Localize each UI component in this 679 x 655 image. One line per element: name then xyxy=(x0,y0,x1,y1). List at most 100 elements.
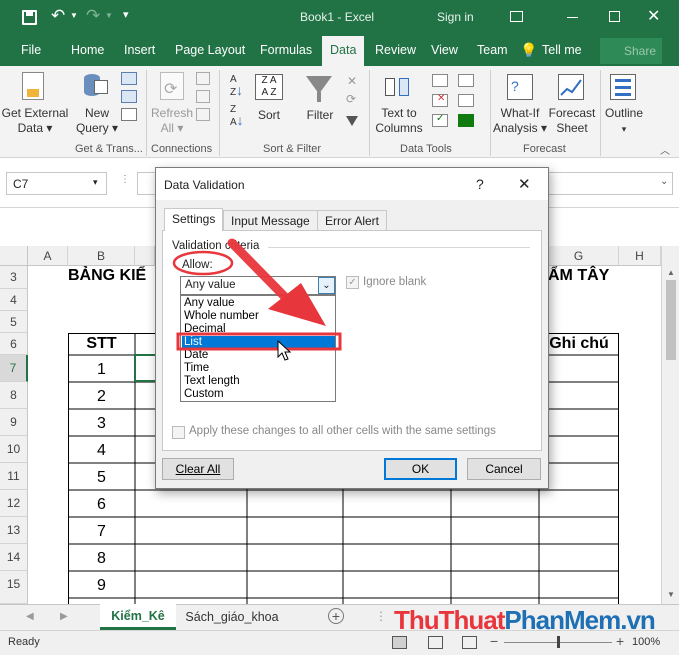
name-box-dropdown-icon[interactable]: ▾ xyxy=(93,177,98,188)
add-sheet-icon[interactable]: + xyxy=(328,608,344,624)
ignore-blank-checkbox[interactable]: ✓ xyxy=(346,276,359,289)
zoom-slider-thumb[interactable] xyxy=(557,636,560,648)
row-header[interactable]: 7 xyxy=(0,355,28,382)
option-time[interactable]: Time xyxy=(182,362,335,375)
column-header-g[interactable]: G xyxy=(539,246,619,266)
vertical-scrollbar[interactable]: ▲ ▼ xyxy=(661,246,679,604)
dialog-help-button[interactable]: ? xyxy=(476,176,484,192)
customize-toolbar-icon[interactable]: ▾ xyxy=(123,8,129,21)
dialog-close-button[interactable]: ✕ xyxy=(518,175,531,193)
row-header[interactable]: 13 xyxy=(0,517,28,544)
row-header[interactable]: 8 xyxy=(0,382,28,409)
option-text-length[interactable]: Text length xyxy=(182,375,335,388)
scroll-sheets-left-icon[interactable]: ◀ xyxy=(26,611,34,622)
outline-icon[interactable] xyxy=(610,74,636,100)
tab-insert[interactable]: Insert xyxy=(124,43,155,57)
consolidate-icon[interactable] xyxy=(458,74,474,87)
recent-sources-icon[interactable] xyxy=(121,108,137,121)
undo-dropdown-icon[interactable]: ▼ xyxy=(70,11,78,20)
option-date[interactable]: Date xyxy=(182,349,335,362)
column-header-b[interactable]: B xyxy=(68,246,135,266)
row-header[interactable]: 15 xyxy=(0,571,28,604)
row-header[interactable]: 9 xyxy=(0,409,28,436)
minimize-icon[interactable] xyxy=(567,17,578,18)
zoom-in-icon[interactable]: + xyxy=(616,633,624,649)
sort-icon[interactable]: Z AA Z xyxy=(255,74,283,100)
forecast-sheet-icon[interactable] xyxy=(558,74,584,100)
stt-cell[interactable]: 4 xyxy=(68,442,135,460)
edit-links-icon[interactable] xyxy=(196,108,210,121)
sheet-bar-splitter-icon[interactable]: ⋮ xyxy=(375,609,387,623)
row-header[interactable]: 12 xyxy=(0,490,28,517)
tab-data[interactable]: Data xyxy=(322,36,365,66)
new-query-icon[interactable] xyxy=(84,72,110,100)
tell-me-box[interactable]: Tell me xyxy=(542,43,582,57)
clear-all-button[interactable]: Clear All xyxy=(162,458,234,480)
relationships-icon[interactable] xyxy=(458,94,474,107)
stt-cell[interactable]: 1 xyxy=(68,361,135,379)
clear-filter-icon[interactable]: ✕ xyxy=(347,74,357,88)
tab-formulas[interactable]: Formulas xyxy=(260,43,312,57)
save-icon[interactable] xyxy=(22,10,37,25)
option-any-value[interactable]: Any value xyxy=(182,297,335,310)
connections-icon[interactable] xyxy=(196,72,210,85)
stt-cell[interactable]: 8 xyxy=(68,550,135,568)
sheet-tab-kiem-ke[interactable]: Kiểm_Kê xyxy=(100,604,176,630)
row-header[interactable]: 5 xyxy=(0,311,28,333)
text-to-columns-button[interactable]: Text to Columns xyxy=(372,106,426,136)
column-header-c[interactable] xyxy=(135,246,155,266)
column-header-h[interactable]: H xyxy=(619,246,661,266)
row-header[interactable]: 4 xyxy=(0,289,28,311)
tab-file[interactable]: File xyxy=(21,43,41,57)
ribbon-display-icon[interactable] xyxy=(510,11,523,22)
stt-cell[interactable]: 9 xyxy=(68,577,135,595)
flash-fill-icon[interactable] xyxy=(432,74,448,87)
stt-cell[interactable]: 6 xyxy=(68,496,135,514)
stt-cell[interactable]: 3 xyxy=(68,415,135,433)
stt-cell[interactable]: 7 xyxy=(68,523,135,541)
apply-all-checkbox[interactable] xyxy=(172,426,185,439)
what-if-analysis-button[interactable]: What-If Analysis ▾ xyxy=(492,106,548,136)
row-header[interactable]: 10 xyxy=(0,436,28,463)
row-header[interactable]: 14 xyxy=(0,544,28,571)
ok-button[interactable]: OK xyxy=(384,458,457,480)
tab-input-message[interactable]: Input Message xyxy=(223,210,318,230)
column-header-a[interactable]: A xyxy=(28,246,68,266)
zoom-level[interactable]: 100% xyxy=(632,636,660,648)
row-header[interactable]: 3 xyxy=(0,266,28,289)
scroll-down-icon[interactable]: ▼ xyxy=(667,590,675,599)
tab-error-alert[interactable]: Error Alert xyxy=(317,210,388,230)
refresh-all-icon[interactable]: ⟳ xyxy=(160,72,184,100)
scroll-thumb[interactable] xyxy=(666,280,676,360)
text-to-columns-icon[interactable] xyxy=(385,74,413,100)
sheet-tab-sach-giao-khoa[interactable]: Sách_giáo_khoa xyxy=(182,610,282,624)
tab-page-layout[interactable]: Page Layout xyxy=(175,43,245,57)
what-if-analysis-icon[interactable]: ? xyxy=(507,74,533,100)
sign-in-link[interactable]: Sign in xyxy=(437,10,474,24)
normal-view-icon[interactable] xyxy=(392,636,407,649)
tab-settings[interactable]: Settings xyxy=(164,208,224,231)
collapse-ribbon-icon[interactable]: ︿ xyxy=(660,142,670,157)
page-break-preview-icon[interactable] xyxy=(462,636,477,649)
name-box[interactable]: C7 ▾ xyxy=(6,172,107,195)
undo-icon[interactable]: ↶ xyxy=(51,6,65,26)
sort-button[interactable]: Sort xyxy=(250,108,288,123)
reapply-icon[interactable]: ⟳ xyxy=(346,92,356,106)
scroll-sheets-right-icon[interactable]: ▶ xyxy=(60,611,68,622)
sort-za-icon[interactable]: Z A↓ xyxy=(230,104,244,128)
tab-team[interactable]: Team xyxy=(477,43,508,57)
cancel-button[interactable]: Cancel xyxy=(467,458,541,480)
close-window-icon[interactable]: ✕ xyxy=(647,6,660,26)
select-all-corner[interactable] xyxy=(0,246,28,266)
forecast-sheet-button[interactable]: Forecast Sheet xyxy=(546,106,598,136)
row-header[interactable]: 11 xyxy=(0,463,28,490)
zoom-out-icon[interactable]: − xyxy=(490,633,498,649)
scroll-up-icon[interactable]: ▲ xyxy=(667,268,675,277)
tab-home[interactable]: Home xyxy=(71,43,104,57)
row-header[interactable]: 6 xyxy=(0,333,28,355)
properties-icon[interactable] xyxy=(196,90,210,103)
from-table-icon[interactable] xyxy=(121,90,137,103)
option-whole-number[interactable]: Whole number xyxy=(182,310,335,323)
option-list[interactable]: List xyxy=(182,336,335,349)
sort-az-icon[interactable]: A Z↓ xyxy=(230,74,243,98)
